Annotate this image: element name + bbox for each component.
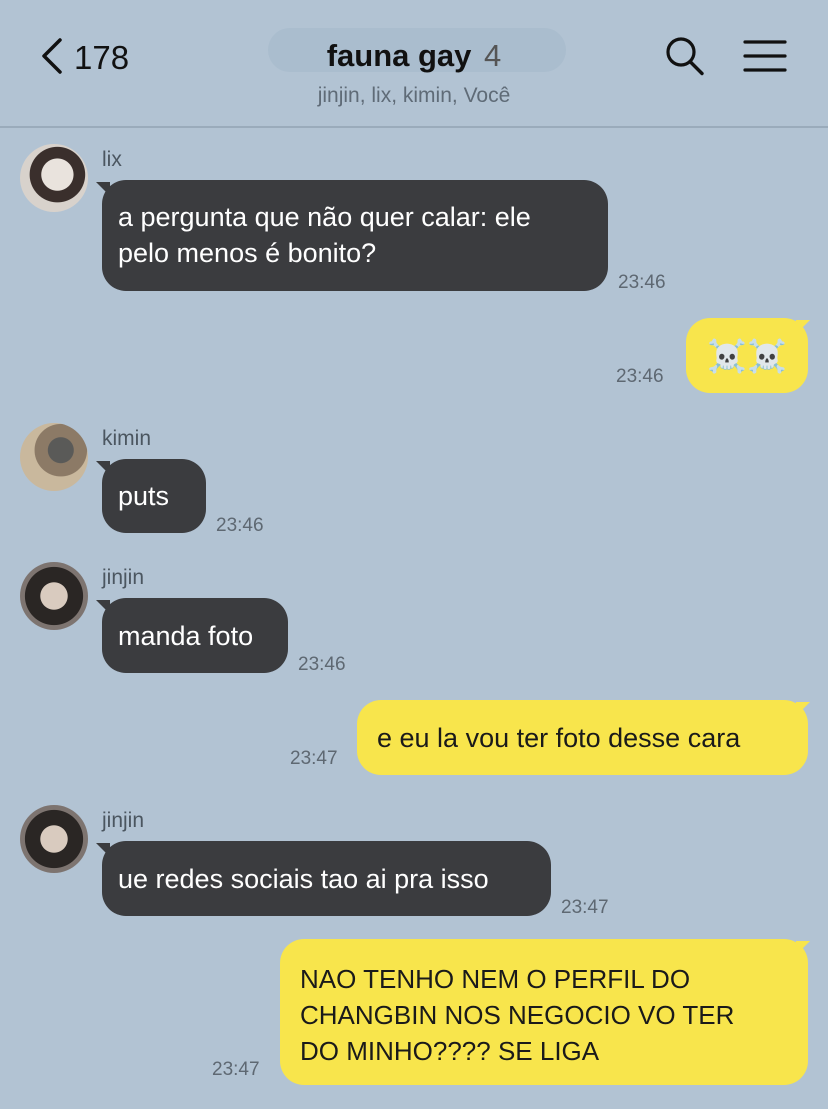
message-time: 23:46 bbox=[298, 654, 346, 675]
message-line: NAO TENHO NEM O PERFIL DO bbox=[300, 964, 691, 994]
message-time: 23:47 bbox=[212, 1059, 260, 1080]
sender-name: lix bbox=[102, 148, 122, 171]
message-bubble[interactable]: ue redes sociais tao ai pra isso bbox=[102, 841, 551, 916]
message-bubble[interactable]: ☠️☠️ bbox=[686, 318, 808, 393]
avatar[interactable] bbox=[20, 423, 88, 491]
message-text: e eu la vou ter foto desse cara bbox=[377, 722, 741, 753]
message-line: pelo menos é bonito? bbox=[118, 238, 377, 268]
message-text: manda foto bbox=[118, 620, 254, 651]
sender-name: jinjin bbox=[102, 809, 145, 832]
message-time: 23:46 bbox=[616, 366, 664, 387]
message-bubble[interactable]: NAO TENHO NEM O PERFIL DO CHANGBIN NOS N… bbox=[280, 939, 808, 1085]
chat-header: 178 fauna gay 4 jinjin, lix, kimin, Você bbox=[0, 0, 828, 128]
message-line: DO MINHO???? SE LIGA bbox=[300, 1036, 600, 1066]
message-time: 23:47 bbox=[561, 897, 609, 918]
search-icon[interactable] bbox=[662, 34, 706, 78]
avatar[interactable] bbox=[20, 805, 88, 873]
message-bubble[interactable]: manda foto bbox=[102, 598, 288, 673]
message-text: ue redes sociais tao ai pra isso bbox=[118, 863, 489, 894]
member-list: jinjin, lix, kimin, Você bbox=[317, 84, 511, 107]
member-count: 4 bbox=[484, 38, 502, 73]
message-time: 23:46 bbox=[618, 272, 666, 293]
avatar[interactable] bbox=[20, 144, 88, 212]
message-bubble[interactable]: a pergunta que não quer calar: ele pelo … bbox=[102, 180, 608, 291]
message-line: a pergunta que não quer calar: ele bbox=[118, 202, 531, 232]
message-bubble[interactable]: puts bbox=[102, 459, 206, 533]
message-line: CHANGBIN NOS NEGOCIO VO TER bbox=[300, 1000, 735, 1030]
message-bubble[interactable]: e eu la vou ter foto desse cara bbox=[357, 700, 808, 775]
sender-name: kimin bbox=[102, 427, 152, 450]
menu-icon[interactable] bbox=[743, 34, 787, 78]
message-time: 23:46 bbox=[216, 515, 264, 536]
sender-name: jinjin bbox=[102, 566, 145, 589]
message-text: puts bbox=[118, 481, 170, 511]
message-time: 23:47 bbox=[290, 748, 338, 769]
avatar[interactable] bbox=[20, 562, 88, 630]
skull-crossbones-icon: ☠️☠️ bbox=[707, 336, 787, 375]
chat-name: fauna gay bbox=[326, 38, 472, 73]
